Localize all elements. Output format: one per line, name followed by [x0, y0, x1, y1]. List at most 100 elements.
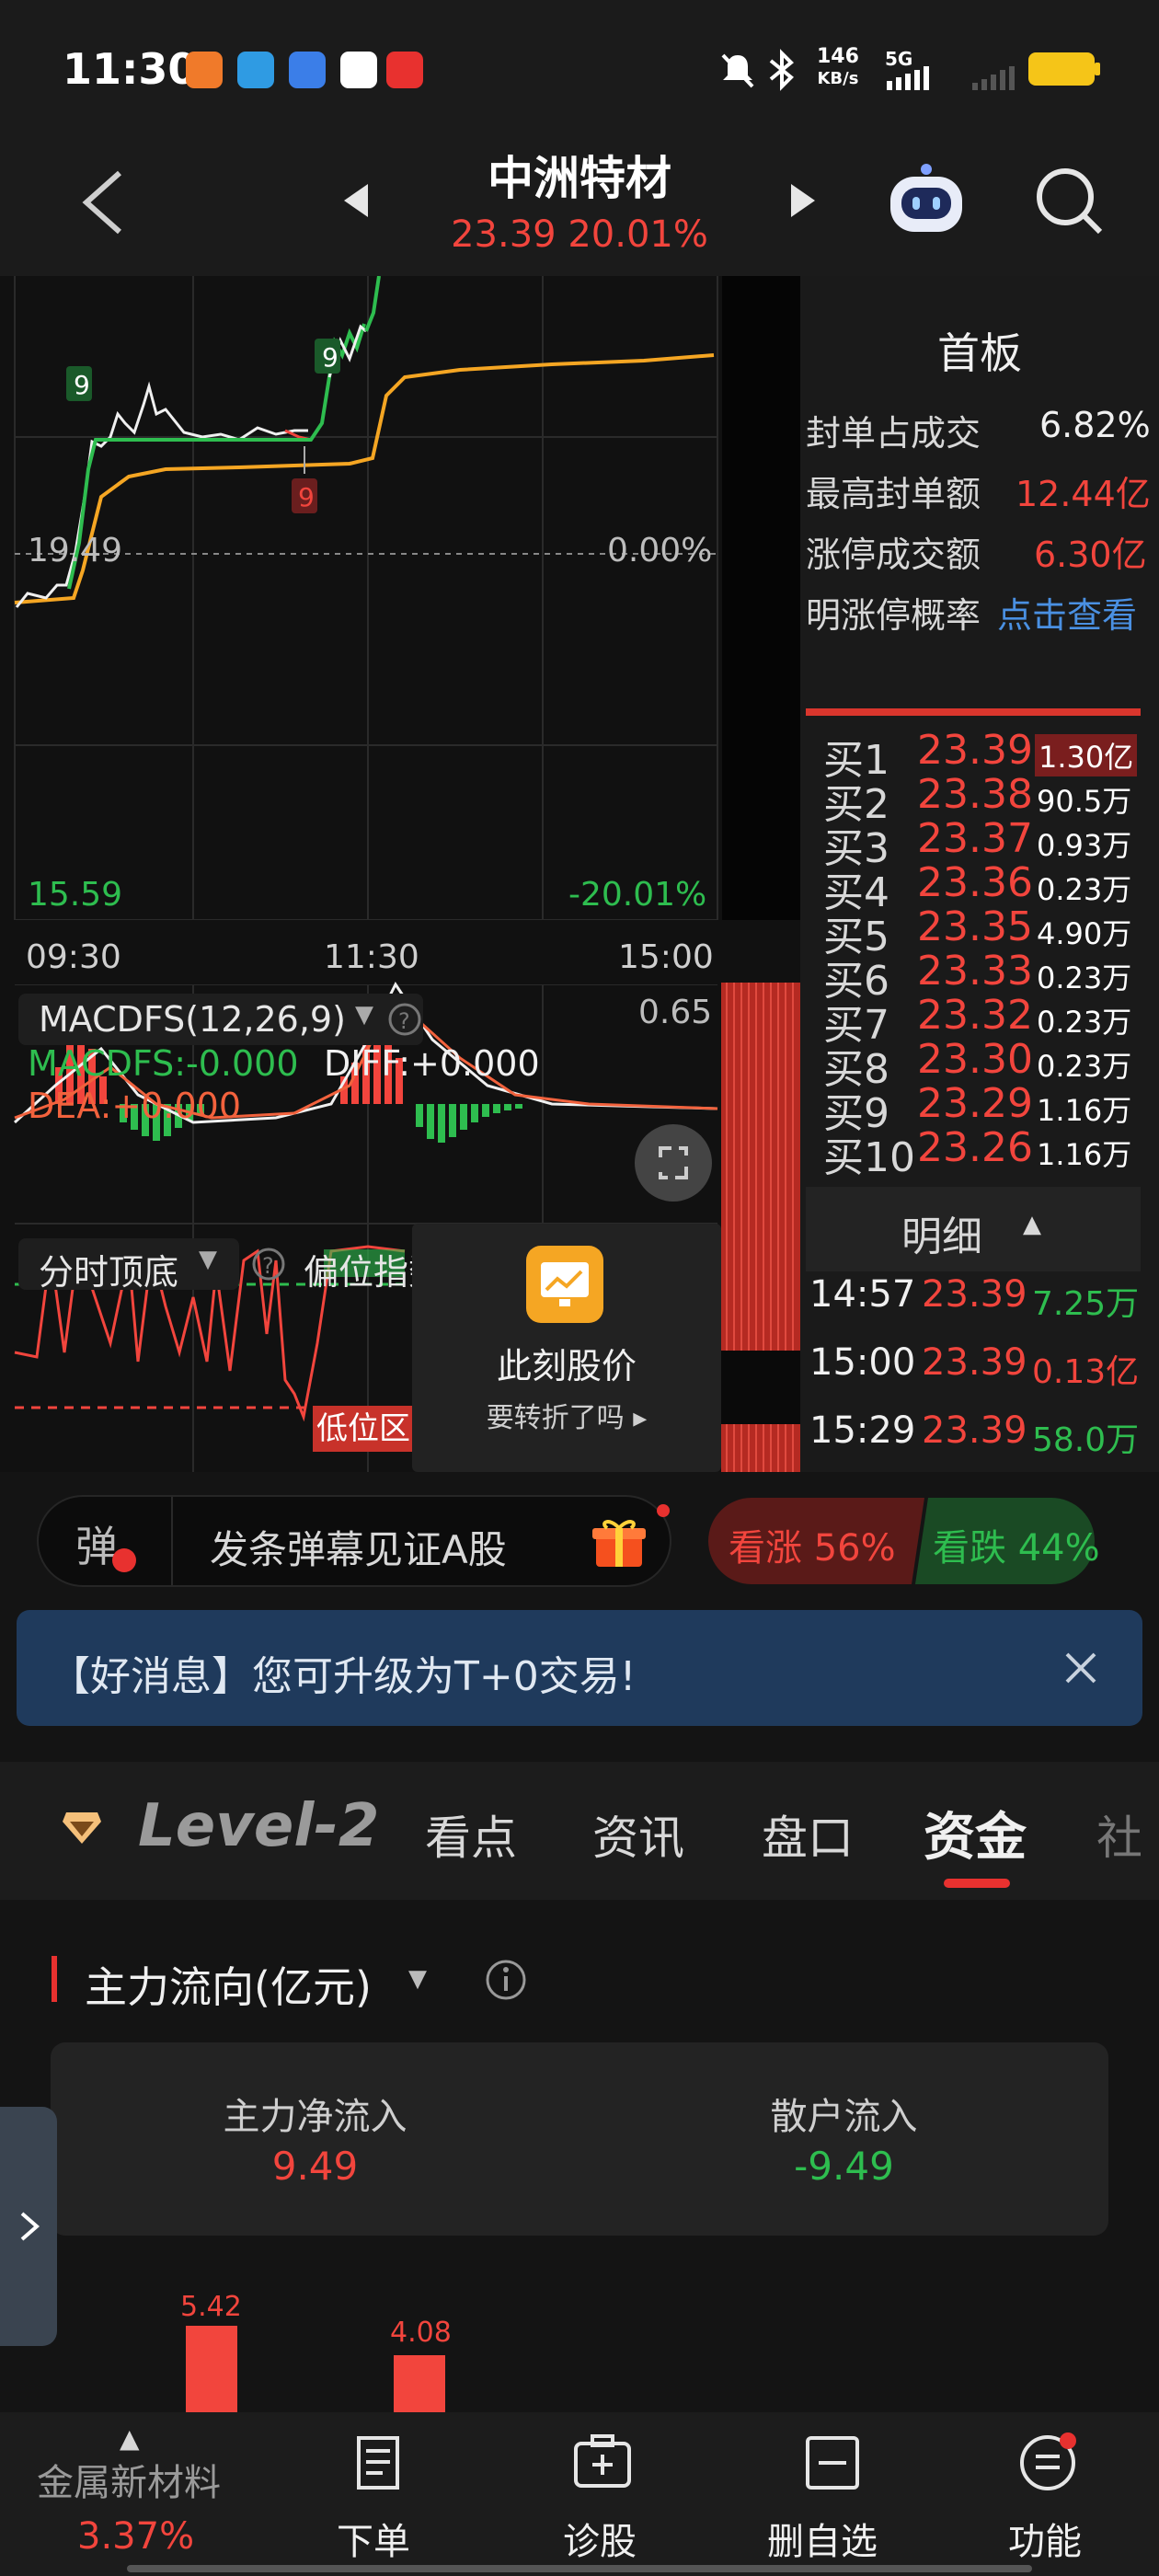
volume-strip	[721, 983, 800, 1472]
chevron-right-icon: ▸	[633, 1402, 648, 1434]
after-hours-band	[722, 276, 800, 925]
close-icon[interactable]	[1061, 1649, 1100, 1687]
diff-value: DIFF:+0.000	[324, 1043, 540, 1084]
tab-level2[interactable]: Level-2	[138, 1792, 379, 1860]
functions-button[interactable]: 功能	[982, 2412, 1111, 2576]
info-icon[interactable]	[484, 1958, 528, 2002]
tab-news[interactable]: 资讯	[592, 1801, 684, 1868]
popup-subtitle: 要转折了吗 ▸	[412, 1395, 721, 1435]
tab-order-book[interactable]: 盘口	[762, 1801, 854, 1868]
diagnose-icon	[574, 2434, 631, 2488]
functions-label: 功能	[1008, 2521, 1082, 2563]
flow-bar-label: 5.42	[180, 2291, 242, 2323]
low-pct-label: -20.01%	[568, 876, 707, 914]
order-row: 买10 23.26 1.16万	[823, 1124, 1141, 1181]
popup-title: 此刻股价	[496, 1346, 637, 1386]
order-price: 23.37	[917, 815, 1033, 862]
tab-funds[interactable]: 资金	[924, 1796, 1027, 1870]
limit-up-probability-link[interactable]: 点击查看	[997, 587, 1137, 638]
help-icon[interactable]: ?	[250, 1246, 287, 1282]
order-price: 23.39	[917, 727, 1033, 774]
check-badge-icon	[112, 1548, 136, 1572]
order-label: 买10	[823, 1134, 915, 1181]
order-row: 买9 23.29 1.16万	[823, 1080, 1141, 1137]
main-inflow-label: 主力净流入	[223, 2096, 407, 2138]
upgrade-notice[interactable]: 【好消息】您可升级为T+0交易!	[17, 1610, 1142, 1726]
signal-icon	[887, 66, 929, 90]
macdfs-value: MACDFS:-0.000	[28, 1043, 299, 1084]
help-icon[interactable]: ?	[386, 1001, 423, 1038]
order-price: 23.32	[917, 992, 1033, 1039]
search-icon[interactable]	[1032, 164, 1106, 237]
danmu-icon: 弹	[75, 1522, 118, 1571]
tab-community[interactable]: 社	[1096, 1801, 1142, 1868]
bluetooth-icon	[769, 49, 794, 91]
tick-price: 23.39	[922, 1409, 1027, 1452]
stock-name: 中洲特材	[488, 152, 671, 205]
chevron-down-icon[interactable]: ▼	[408, 1965, 427, 1993]
low-price-label: 15.59	[28, 876, 123, 914]
flow-bar-label: 4.08	[390, 2317, 452, 2349]
remove-watchlist-label: 删自选	[767, 2521, 878, 2563]
chevron-down-icon: ▼	[355, 1001, 373, 1029]
tick-volume: 7.25万	[1032, 1285, 1140, 1323]
diagnose-button[interactable]: 诊股	[537, 2412, 666, 2576]
stat-value: 12.44亿	[1016, 474, 1151, 514]
ref-price-label: 19.49	[28, 532, 123, 569]
bear-label[interactable]: 看跌 44%	[933, 1518, 1100, 1571]
section-accent	[52, 1956, 57, 2002]
turning-point-popup[interactable]: 此刻股价 要转折了吗 ▸	[412, 1224, 721, 1472]
bull-label[interactable]: 看涨 56%	[729, 1518, 896, 1571]
tick-time: 15:29	[809, 1409, 916, 1452]
svg-text:?: ?	[262, 1253, 274, 1279]
macd-selector[interactable]: MACDFS(12,26,9) ▼ ?	[18, 994, 423, 1045]
battery-icon	[1028, 52, 1095, 86]
order-row: 买3 23.37 0.93万	[823, 815, 1141, 872]
macd-scale: 0.65	[638, 994, 713, 1031]
signal-marker-text: 9	[298, 482, 315, 512]
detail-header[interactable]: 明细 ▲	[806, 1187, 1141, 1271]
remove-icon	[806, 2436, 859, 2490]
main-inflow-value: 9.49	[271, 2144, 359, 2189]
net-speed: 146 KB/s	[817, 46, 859, 90]
order-price: 23.38	[917, 771, 1033, 818]
chevron-up-icon: ▲	[120, 2423, 140, 2454]
board-label: 首板	[937, 328, 1022, 378]
stat-value: 6.82%	[1039, 405, 1151, 445]
popup-subtitle-text: 要转折了吗	[486, 1402, 625, 1434]
danmu-input[interactable]: 弹 发条弹幕见证A股	[37, 1495, 671, 1587]
flow-bar	[186, 2326, 237, 2418]
danmu-toggle[interactable]: 弹	[39, 1497, 173, 1585]
retail-inflow-value: -9.49	[794, 2144, 894, 2189]
tick-time: 14:57	[809, 1273, 916, 1316]
gift-icon[interactable]	[591, 1515, 648, 1570]
home-indicator	[127, 2565, 1032, 2572]
order-price: 23.35	[917, 903, 1033, 950]
byd-app-icon	[386, 52, 423, 88]
tick-volume: 58.0万	[1032, 1421, 1140, 1459]
fund-flow-title[interactable]: 主力流向(亿元)	[85, 1954, 372, 2015]
chart-monitor-icon	[526, 1246, 603, 1323]
macd-title: MACDFS(12,26,9)	[39, 999, 346, 1040]
notification-dot	[657, 1504, 670, 1517]
stock-change-pct: 20.01%	[568, 213, 708, 256]
net-speed-value: 146	[817, 45, 859, 68]
tab-highlights[interactable]: 看点	[425, 1801, 517, 1868]
remove-watchlist-button[interactable]: 删自选	[754, 2412, 911, 2576]
map-app-icon	[340, 52, 377, 88]
time-label-close: 15:00	[618, 938, 714, 976]
order-price: 23.30	[917, 1036, 1033, 1083]
next-stock-icon[interactable]	[786, 180, 819, 221]
order-button[interactable]: 下单	[313, 2412, 442, 2576]
indicator2-selector[interactable]: 分时顶底 ▼	[18, 1238, 239, 1293]
side-drawer-handle[interactable]	[0, 2107, 57, 2346]
robot-assistant-icon[interactable]	[885, 162, 968, 239]
stat-label: 最高封单额	[806, 474, 981, 514]
stat-label: 封单占成交	[806, 413, 981, 454]
order-volume: 1.16万	[1037, 1137, 1132, 1172]
svg-text:?: ?	[398, 1008, 410, 1034]
expand-chart-button[interactable]	[635, 1124, 712, 1202]
sector-widget[interactable]: ▲ 金属新材料 3.37%	[0, 2412, 276, 2576]
signal-marker-text: 9	[322, 342, 339, 373]
chevron-right-icon	[20, 2212, 40, 2241]
